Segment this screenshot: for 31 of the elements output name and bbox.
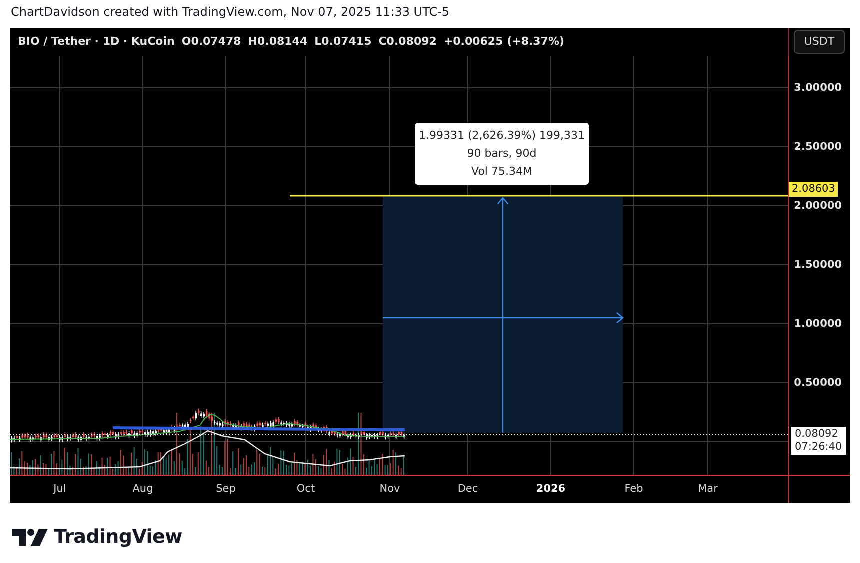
bar-countdown: 07:26:40 <box>795 441 842 454</box>
time-axis-label: Mar <box>698 482 718 497</box>
close-value: C0.08092 <box>378 34 437 50</box>
price-axis-label: 2.50000 <box>794 140 842 155</box>
price-axis-label: 1.50000 <box>794 258 842 273</box>
time-axis-label: Nov <box>380 482 400 497</box>
measure-text: 90 bars, 90d <box>467 146 537 162</box>
measure-text: 1.99331 (2,626.39%) 199,331 <box>419 128 585 144</box>
high-value: H0.08144 <box>248 34 308 50</box>
time-axis-label: Jul <box>54 482 66 497</box>
low-value: L0.07415 <box>314 34 372 50</box>
change-value: +0.00625 (+8.37%) <box>444 34 565 50</box>
time-axis-label: Dec <box>458 482 478 497</box>
measure-text: Vol 75.34M <box>472 164 532 180</box>
time-axis-label: Feb <box>624 482 644 497</box>
last-price: 0.08092 <box>795 428 840 441</box>
logo-wordmark: TradingView <box>54 525 182 550</box>
time-axis-label: Aug <box>132 482 154 497</box>
time-axis-label: Oct <box>296 482 316 497</box>
price-axis-label: 1.00000 <box>794 316 842 332</box>
currency-button[interactable]: USDT <box>794 30 845 54</box>
symbol-title: BIO / Tether · 1D · KuCoin <box>18 34 175 50</box>
price-axis-label: 2.00000 <box>794 198 842 214</box>
time-axis-label: 2026 <box>536 482 566 497</box>
logo-icon <box>12 528 48 546</box>
chart-caption: ChartDavidson created with TradingView.com, Nov 07, 2025 11:33 UTC-5 <box>11 4 451 20</box>
price-axis-label: 0.50000 <box>794 376 842 391</box>
price-axis-label: 3.00000 <box>794 80 842 96</box>
price-line-tag: 2.08603 <box>789 182 838 197</box>
time-axis-label: Sep <box>216 482 236 497</box>
open-value: O0.07478 <box>182 34 242 50</box>
